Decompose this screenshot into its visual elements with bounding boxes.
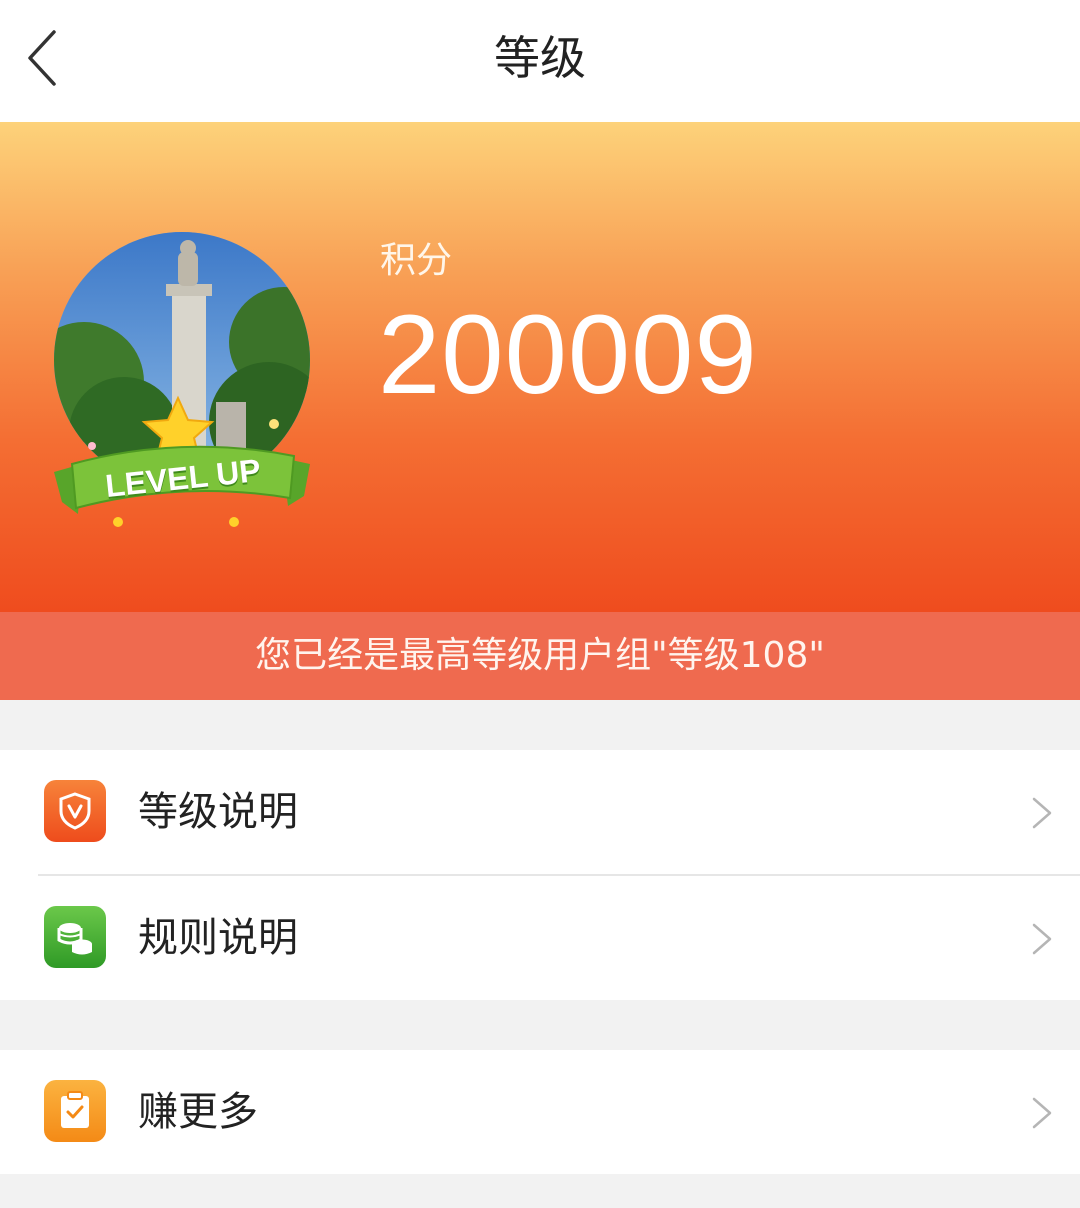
menu-group-info: 等级说明 规则说明 [0, 750, 1080, 1000]
shield-v-icon [44, 780, 106, 842]
clipboard-check-icon [44, 1080, 106, 1142]
top-bar: 等级 [0, 0, 1080, 122]
page-title: 等级 [494, 31, 586, 85]
menu-item-earn-more[interactable]: 赚更多 [0, 1050, 1080, 1174]
menu-group-earn: 赚更多 [0, 1050, 1080, 1174]
menu-item-label: 赚更多 [138, 1089, 258, 1135]
level-notice-banner: 您已经是最高等级用户组"等级108" [0, 612, 1080, 700]
menu-item-label: 规则说明 [138, 915, 298, 961]
score-label: 积分 [380, 240, 453, 281]
menu-item-rules[interactable]: 规则说明 [0, 876, 1080, 1000]
chevron-right-icon [1032, 797, 1052, 829]
avatar-container: LEVEL UP [54, 232, 310, 532]
coins-icon [44, 906, 106, 968]
menu-item-level-info[interactable]: 等级说明 [0, 750, 1080, 874]
menu-item-label: 等级说明 [138, 789, 298, 835]
chevron-right-icon [1032, 1097, 1052, 1129]
chevron-right-icon [1032, 923, 1052, 955]
score-hero: LEVEL UP 积分 200009 [0, 122, 1080, 612]
score-value: 200009 [378, 292, 758, 417]
